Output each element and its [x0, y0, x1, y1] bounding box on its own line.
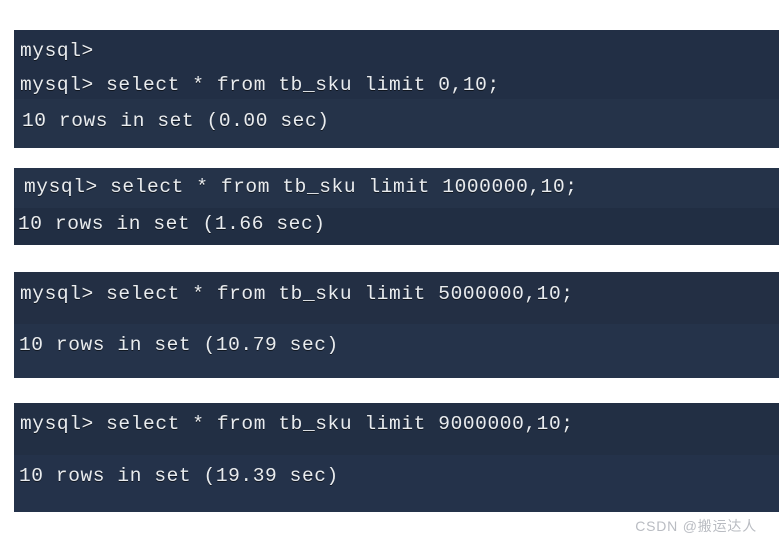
- terminal-query-line: mysql> select * from tb_sku limit 100000…: [24, 176, 578, 198]
- terminal-result-line: 10 rows in set (1.66 sec): [18, 213, 326, 235]
- terminal-query-line: mysql> select * from tb_sku limit 500000…: [20, 283, 574, 305]
- terminal-block-3: mysql> select * from tb_sku limit 500000…: [14, 272, 779, 378]
- terminal-prompt-line: mysql>: [20, 40, 94, 62]
- terminal-result-line: 10 rows in set (10.79 sec): [19, 334, 339, 356]
- terminal-block-4: mysql> select * from tb_sku limit 900000…: [14, 403, 779, 512]
- terminal-block-2: mysql> select * from tb_sku limit 100000…: [14, 168, 779, 245]
- terminal-result-line: 10 rows in set (0.00 sec): [22, 110, 330, 132]
- terminal-query-line: mysql> select * from tb_sku limit 0,10;: [20, 74, 500, 96]
- csdn-watermark: CSDN @搬运达人: [635, 518, 757, 534]
- terminal-query-line: mysql> select * from tb_sku limit 900000…: [20, 413, 574, 435]
- terminal-result-line: 10 rows in set (19.39 sec): [19, 465, 339, 487]
- terminal-block-1: mysql> mysql> select * from tb_sku limit…: [14, 30, 779, 148]
- page-root: mysql> mysql> select * from tb_sku limit…: [0, 0, 779, 546]
